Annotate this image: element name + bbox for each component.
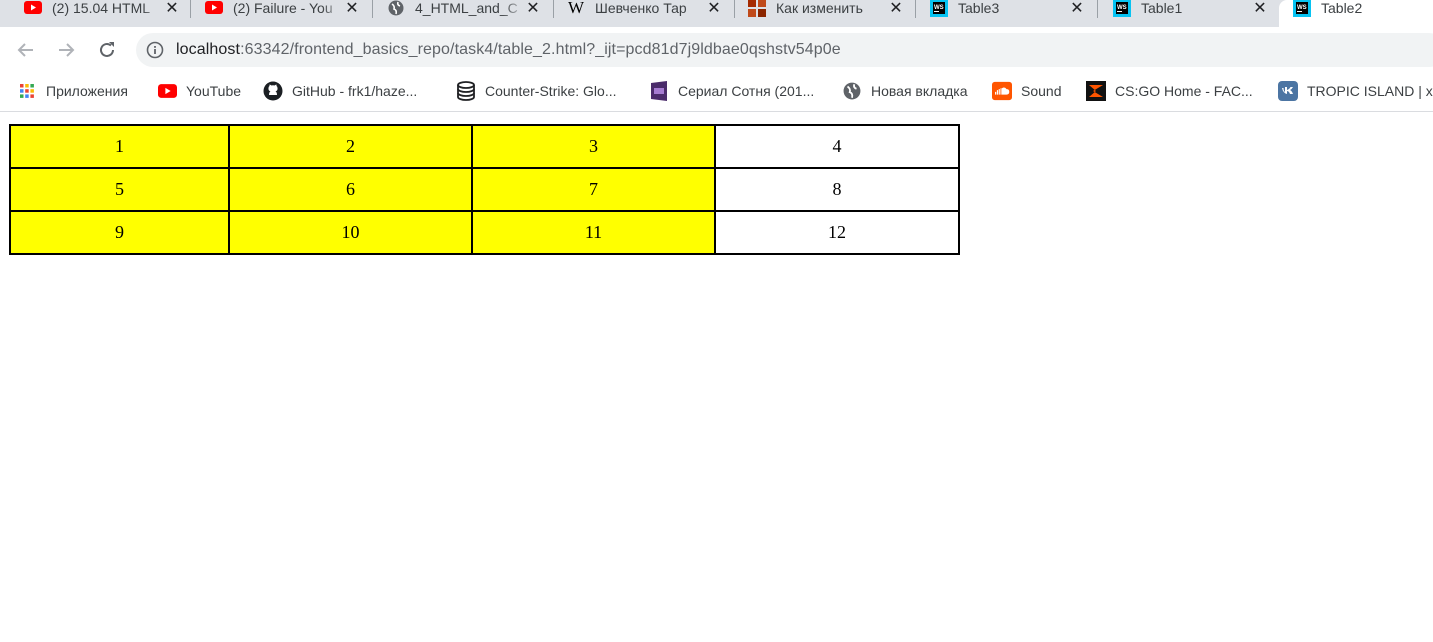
bookmark-label: YouTube <box>186 83 242 99</box>
tab-title: Как изменить <box>776 0 888 16</box>
back-button[interactable] <box>11 35 41 65</box>
url-host: localhost <box>176 41 241 58</box>
tab-title: Table2 <box>1321 0 1363 16</box>
table-cell: 11 <box>471 210 716 255</box>
table-cell: 6 <box>228 167 473 212</box>
table-cell: 5 <box>9 167 230 212</box>
apps-grid-icon <box>17 82 37 100</box>
tab-5[interactable]: Как изменить ✕ <box>748 0 904 27</box>
webstorm-icon: WS <box>1113 0 1131 17</box>
bookmark-label: GitHub - frk1/haze... <box>292 83 418 99</box>
table-cell: 3 <box>471 124 716 169</box>
url-path: :63342/frontend_basics_repo/task4/table_… <box>240 41 841 58</box>
youtube-icon <box>157 82 177 100</box>
table-cell: 8 <box>714 167 960 212</box>
tab-title: (2) Failure - You <box>233 0 344 16</box>
close-icon[interactable]: ✕ <box>706 0 722 18</box>
address-bar[interactable]: localhost:63342/frontend_basics_repo/tas… <box>136 33 1433 67</box>
close-icon[interactable]: ✕ <box>344 0 360 18</box>
table-cell: 2 <box>228 124 473 169</box>
table-cell: 1 <box>9 124 230 169</box>
youtube-icon <box>24 0 42 16</box>
bookmark-tropic-island[interactable]: TROPIC ISLAND | x <box>1278 80 1433 102</box>
table-cell: 9 <box>9 210 230 255</box>
table-cell: 10 <box>228 210 473 255</box>
tab-title: Шевченко Тар <box>595 0 706 16</box>
close-icon[interactable]: ✕ <box>1069 0 1085 18</box>
table-row: 1 2 3 4 <box>9 124 960 169</box>
webstorm-icon: WS <box>930 0 948 17</box>
tab-8-active[interactable]: WS Table2 <box>1279 0 1433 27</box>
bookmark-label: TROPIC ISLAND | x <box>1307 83 1433 99</box>
tab-6[interactable]: WS Table3 ✕ <box>930 0 1085 27</box>
browser-toolbar: localhost:63342/frontend_basics_repo/tas… <box>0 27 1433 73</box>
tab-3[interactable]: 4_HTML_and_C ✕ <box>387 0 541 27</box>
bookmark-github[interactable]: GitHub - frk1/haze... <box>263 80 417 102</box>
forward-arrow-icon <box>59 43 75 57</box>
tab-1[interactable]: (2) 15.04 HTML ✕ <box>24 0 180 27</box>
bookmark-apps[interactable]: Приложения <box>17 80 128 102</box>
forward-button[interactable] <box>51 35 81 65</box>
close-icon[interactable]: ✕ <box>888 0 904 18</box>
soundcloud-icon <box>992 81 1012 101</box>
globe-icon <box>387 0 405 16</box>
table-row: 9 10 11 12 <box>9 210 960 255</box>
bookmark-faceit[interactable]: CS:GO Home - FAC... <box>1086 80 1253 102</box>
back-arrow-icon <box>17 43 33 57</box>
table-row: 5 6 7 8 <box>9 167 960 212</box>
bookmark-series[interactable]: Сериал Сотня (201... <box>649 80 814 102</box>
svg-text:WS: WS <box>1117 5 1127 11</box>
close-icon[interactable]: ✕ <box>525 0 541 18</box>
svg-text:WS: WS <box>1297 5 1307 11</box>
tab-4[interactable]: W Шевченко Тар ✕ <box>567 0 722 27</box>
close-icon[interactable]: ✕ <box>164 0 180 18</box>
github-icon <box>263 81 283 101</box>
webstorm-icon: WS <box>1293 0 1311 17</box>
wikipedia-icon: W <box>567 0 585 17</box>
bookmark-label: CS:GO Home - FAC... <box>1115 83 1253 99</box>
bookmark-label: Sound <box>1021 83 1062 99</box>
site-icon <box>748 0 766 17</box>
tab-title: Table1 <box>1141 0 1252 16</box>
bookmarks-bar: Приложения YouTube GitHub - frk1/haze...… <box>0 73 1433 112</box>
youtube-icon <box>205 0 223 16</box>
bookmark-new-tab[interactable]: Новая вкладка <box>842 80 968 102</box>
reload-icon <box>100 42 114 57</box>
close-icon[interactable]: ✕ <box>1252 0 1268 18</box>
reload-button[interactable] <box>92 35 122 65</box>
url-text[interactable]: localhost:63342/frontend_basics_repo/tas… <box>176 41 841 59</box>
database-icon <box>456 81 476 101</box>
tv-icon <box>649 81 669 101</box>
faceit-icon <box>1086 81 1106 101</box>
tab-title: Table3 <box>958 0 1069 16</box>
bookmark-label: Приложения <box>46 83 128 99</box>
table-cell: 12 <box>714 210 960 255</box>
tab-title: (2) 15.04 HTML <box>52 0 164 16</box>
bookmark-sound[interactable]: Sound <box>992 80 1061 102</box>
bookmark-youtube[interactable]: YouTube <box>157 80 241 102</box>
tab-strip: (2) 15.04 HTML ✕ (2) Failure - You ✕ 4_H… <box>0 0 1433 27</box>
info-icon[interactable] <box>146 41 164 59</box>
bookmark-label: Новая вкладка <box>871 83 968 99</box>
vk-icon <box>1278 81 1298 101</box>
bookmark-label: Counter-Strike: Glo... <box>485 83 617 99</box>
numbers-table: 1 2 3 4 5 6 7 8 9 10 11 12 <box>9 124 960 255</box>
tab-title: 4_HTML_and_C <box>415 0 525 16</box>
svg-text:WS: WS <box>934 5 944 11</box>
globe-icon <box>842 82 862 100</box>
tab-7[interactable]: WS Table1 ✕ <box>1113 0 1268 27</box>
table-cell: 4 <box>714 124 960 169</box>
tab-2[interactable]: (2) Failure - You ✕ <box>205 0 360 27</box>
bookmark-counter-strike[interactable]: Counter-Strike: Glo... <box>456 80 617 102</box>
page-content: 1 2 3 4 5 6 7 8 9 10 11 12 <box>0 112 1433 642</box>
table-cell: 7 <box>471 167 716 212</box>
bookmark-label: Сериал Сотня (201... <box>678 83 815 99</box>
